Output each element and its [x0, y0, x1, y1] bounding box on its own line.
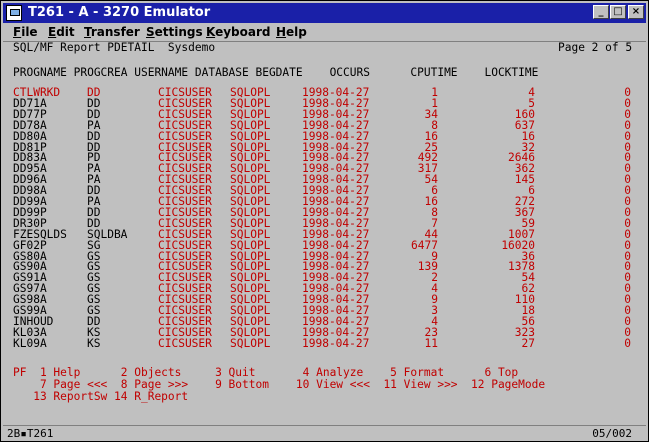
- menu-keyboard[interactable]: Keyboard: [206, 25, 271, 39]
- menu-file-mnemonic: F: [13, 25, 22, 39]
- row-progcrea: KS: [87, 336, 101, 350]
- menu-edit-mnemonic: E: [48, 25, 57, 39]
- row-progname: KL09A: [13, 336, 67, 350]
- menu-settings[interactable]: Settings: [146, 25, 203, 39]
- emulator-window: T261 - A - 3270 Emulator _ □ × File Edit…: [0, 0, 649, 442]
- menu-transfer[interactable]: Transfer: [84, 25, 140, 39]
- row-cputime: 27: [521, 336, 535, 350]
- minimize-button[interactable]: _: [593, 5, 609, 19]
- menu-help-mnemonic: H: [276, 25, 287, 39]
- window-title: T261 - A - 3270 Emulator: [28, 5, 211, 20]
- close-button[interactable]: ×: [628, 5, 644, 19]
- row-username: CICSUSER: [158, 336, 212, 350]
- menu-transfer-mnemonic: T: [84, 25, 91, 39]
- menu-settings-label: ettings: [154, 25, 203, 39]
- row-locktime: 0: [624, 336, 631, 350]
- menu-bar: File Edit Transfer Settings Keyboard Hel…: [3, 23, 646, 41]
- status-bar: 2B▪T261 05/002: [3, 425, 646, 441]
- status-lock-icon: ▪: [20, 427, 27, 440]
- menu-help-label: elp: [286, 25, 307, 39]
- status-session: T261: [26, 427, 54, 440]
- menu-transfer-label: ransfer: [90, 25, 140, 39]
- report-header-left: SQL/MF Report PDETAIL Sysdemo: [13, 41, 216, 54]
- column-headers: PROGNAME PROGCREA USERNAME DATABASE BEGD…: [13, 66, 539, 79]
- row-begdate: 1998-04-27: [302, 336, 370, 350]
- menu-file[interactable]: File: [13, 25, 38, 39]
- status-code: 2B: [7, 427, 21, 440]
- menu-edit[interactable]: Edit: [48, 25, 75, 39]
- menu-settings-mnemonic: S: [146, 25, 155, 39]
- menu-keyboard-mnemonic: K: [206, 25, 216, 39]
- maximize-button[interactable]: □: [610, 5, 626, 19]
- row-database: SQLOPL: [230, 336, 271, 350]
- menu-file-label: ile: [21, 25, 38, 39]
- row-occurs: 11: [424, 336, 438, 350]
- terminal-screen[interactable]: SQL/MF Report PDETAIL Sysdemo Page 2 of …: [3, 41, 646, 426]
- status-indicator: 2B▪T261: [7, 427, 53, 440]
- menu-keyboard-label: eyboard: [215, 25, 271, 39]
- pf-key-line-3[interactable]: 13 ReportSw 14 R_Report: [13, 391, 188, 403]
- menu-help[interactable]: Help: [276, 25, 307, 39]
- report-page-indicator: Page 2 of 5: [558, 41, 633, 54]
- title-bar[interactable]: T261 - A - 3270 Emulator _ □ ×: [3, 3, 646, 23]
- menu-edit-label: dit: [56, 25, 75, 39]
- app-icon[interactable]: [6, 5, 22, 21]
- cursor-position: 05/002: [592, 427, 632, 440]
